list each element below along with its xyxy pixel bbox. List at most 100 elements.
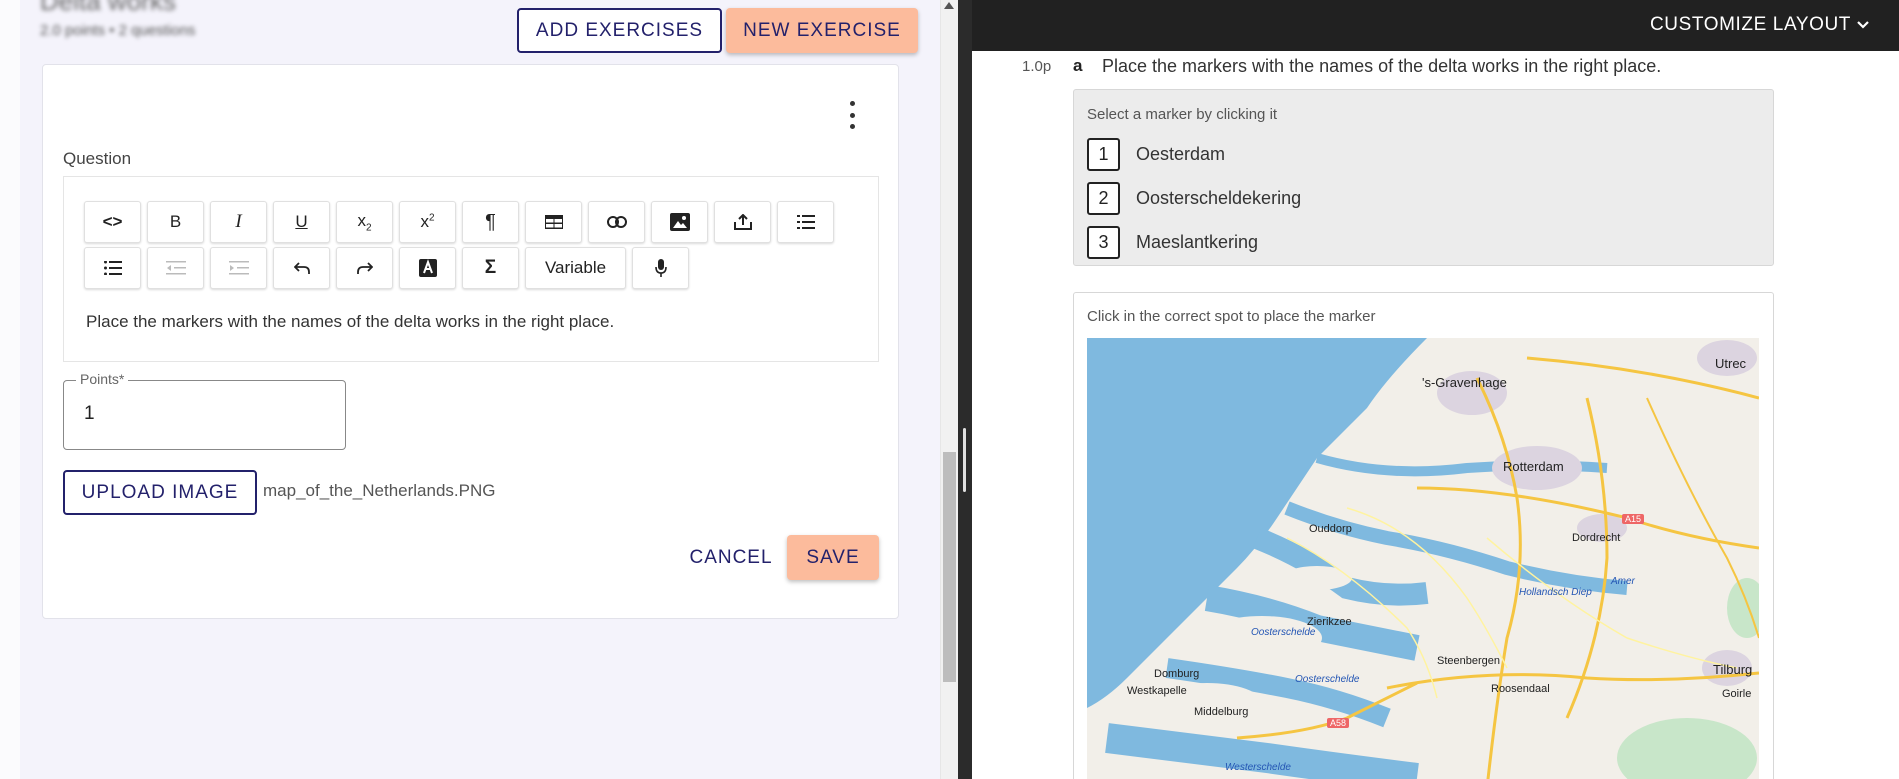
ordered-list-button[interactable] bbox=[777, 201, 834, 243]
map-label-middelburg: Middelburg bbox=[1194, 706, 1249, 718]
question-letter: a bbox=[1073, 56, 1083, 75]
underline-button[interactable]: U bbox=[273, 201, 330, 243]
subscript-button[interactable]: x2 bbox=[336, 201, 393, 243]
uploaded-filename: map_of_the_Netherlands.PNG bbox=[263, 481, 496, 500]
code-view-button[interactable]: <> bbox=[84, 201, 141, 243]
pane-resize-divider[interactable] bbox=[958, 0, 972, 779]
italic-button[interactable]: I bbox=[210, 201, 267, 243]
netherlands-map[interactable]: 's-Gravenhage Utrec Rotterdam Ouddorp Do… bbox=[1087, 338, 1759, 779]
upload-icon bbox=[733, 214, 752, 230]
outdent-icon bbox=[165, 261, 186, 275]
superscript-button[interactable]: x2 bbox=[399, 201, 456, 243]
paragraph-button[interactable]: ¶ bbox=[462, 201, 519, 243]
redo-button[interactable] bbox=[336, 247, 393, 289]
text-color-button[interactable] bbox=[399, 247, 456, 289]
text-color-icon bbox=[418, 259, 437, 277]
customize-layout-label: CUSTOMIZE LAYOUT bbox=[1649, 14, 1851, 35]
map-label-westkapelle: Westkapelle bbox=[1127, 685, 1187, 697]
map-label-rotterdam: Rotterdam bbox=[1503, 459, 1564, 474]
formula-button[interactable]: Σ bbox=[462, 247, 519, 289]
question-card: Question <> B I U x2 x2 ¶ Σ Variable Pla… bbox=[42, 64, 899, 619]
question-points: 1.0p bbox=[1022, 58, 1052, 75]
bold-button[interactable]: B bbox=[147, 201, 204, 243]
table-icon bbox=[544, 215, 563, 229]
map-hint: Click in the correct spot to place the m… bbox=[1087, 308, 1376, 325]
resize-grip-icon[interactable] bbox=[963, 428, 966, 492]
map-label-ouddorp: Ouddorp bbox=[1309, 523, 1352, 535]
marker-number[interactable]: 3 bbox=[1087, 225, 1120, 259]
rich-text-editor: <> B I U x2 x2 ¶ Σ Variable Place the ma… bbox=[63, 176, 879, 362]
italic-icon: I bbox=[235, 211, 242, 232]
scroll-up-arrow-icon[interactable] bbox=[944, 2, 954, 9]
map-label-gravenhage: 's-Gravenhage bbox=[1422, 375, 1507, 390]
marker-hint: Select a marker by clicking it bbox=[1087, 106, 1278, 123]
bullet-list-icon bbox=[103, 261, 122, 275]
left-scrollbar[interactable] bbox=[940, 0, 958, 779]
ordered-list-icon bbox=[796, 215, 815, 229]
link-icon bbox=[606, 216, 627, 228]
map-label-westerschelde: Westerschelde bbox=[1225, 762, 1291, 773]
map-label-goirle: Goirle bbox=[1722, 688, 1752, 700]
map-label-dordrecht: Dordrecht bbox=[1572, 532, 1621, 544]
map-label-oosterschelde: Oosterschelde bbox=[1295, 674, 1360, 685]
scrollbar-thumb[interactable] bbox=[943, 452, 956, 682]
question-text: Place the markers with the names of the … bbox=[1102, 56, 1662, 76]
paragraph-icon: ¶ bbox=[485, 210, 496, 233]
points-label: Points* bbox=[76, 371, 129, 387]
bullet-list-button[interactable] bbox=[84, 247, 141, 289]
map-label-hollandsch-diep: Hollandsch Diep bbox=[1519, 587, 1592, 598]
customize-layout-button[interactable]: CUSTOMIZE LAYOUT bbox=[1650, 14, 1869, 36]
marker-number[interactable]: 2 bbox=[1087, 181, 1120, 215]
undo-icon bbox=[293, 262, 310, 274]
indent-button[interactable] bbox=[210, 247, 267, 289]
add-exercises-button[interactable]: ADD EXERCISES bbox=[517, 8, 722, 53]
image-icon bbox=[669, 213, 690, 231]
marker-number[interactable]: 1 bbox=[1087, 137, 1120, 171]
cancel-button[interactable]: CANCEL bbox=[689, 535, 771, 580]
marker-item[interactable]: 2 Oosterscheldekering bbox=[1087, 180, 1301, 216]
marker-item[interactable]: 3 Maeslantkering bbox=[1087, 224, 1258, 260]
question-label: Question bbox=[63, 149, 132, 168]
marker-item[interactable]: 1 Oesterdam bbox=[1087, 136, 1225, 172]
outdent-button[interactable] bbox=[147, 247, 204, 289]
map-label-domburg: Domburg bbox=[1154, 668, 1200, 680]
road-shield-a15: A15 bbox=[1622, 514, 1645, 524]
left-edge-strip bbox=[0, 0, 20, 779]
editor-content[interactable]: Place the markers with the names of the … bbox=[86, 312, 614, 332]
marker-name[interactable]: Maeslantkering bbox=[1136, 232, 1258, 253]
undo-button[interactable] bbox=[273, 247, 330, 289]
link-button[interactable] bbox=[588, 201, 645, 243]
map-label-tilburg: Tilburg bbox=[1713, 662, 1753, 677]
blurred-section-title: Delta works bbox=[40, 0, 176, 16]
points-field[interactable]: Points* 1 bbox=[63, 371, 346, 450]
chevron-down-icon bbox=[1857, 21, 1869, 29]
map-label-oosterschelde: Oosterschelde bbox=[1251, 627, 1316, 638]
sigma-icon: Σ bbox=[484, 257, 497, 278]
table-button[interactable] bbox=[525, 201, 582, 243]
microphone-button[interactable] bbox=[632, 247, 689, 289]
preview-top-bar: CUSTOMIZE LAYOUT bbox=[972, 0, 1899, 51]
redo-icon bbox=[356, 262, 373, 274]
map-placement-panel: Click in the correct spot to place the m… bbox=[1073, 292, 1774, 779]
road-shield-a58: A58 bbox=[1327, 718, 1350, 728]
points-value: 1 bbox=[84, 403, 95, 424]
map-label-roosendaal: Roosendaal bbox=[1491, 683, 1550, 695]
new-exercise-button[interactable]: NEW EXERCISE bbox=[726, 8, 918, 53]
superscript-icon: x2 bbox=[420, 212, 435, 231]
marker-name[interactable]: Oesterdam bbox=[1136, 144, 1225, 165]
subscript-icon: x2 bbox=[357, 210, 372, 234]
more-options-icon[interactable] bbox=[841, 101, 863, 129]
map-label-utrecht: Utrec bbox=[1715, 356, 1747, 371]
upload-image-button[interactable]: UPLOAD IMAGE bbox=[63, 470, 257, 515]
save-button[interactable]: SAVE bbox=[787, 535, 879, 580]
marker-name[interactable]: Oosterscheldekering bbox=[1136, 188, 1301, 209]
image-button[interactable] bbox=[651, 201, 708, 243]
variable-button[interactable]: Variable bbox=[525, 247, 626, 289]
indent-icon bbox=[228, 261, 249, 275]
marker-selection-panel: Select a marker by clicking it 1 Oesterd… bbox=[1073, 89, 1774, 266]
map-drawing bbox=[1087, 338, 1759, 779]
embed-upload-button[interactable] bbox=[714, 201, 771, 243]
underline-icon: U bbox=[295, 212, 308, 231]
microphone-icon bbox=[654, 259, 667, 277]
blurred-section-meta: 2.0 points • 2 questions bbox=[40, 22, 196, 39]
